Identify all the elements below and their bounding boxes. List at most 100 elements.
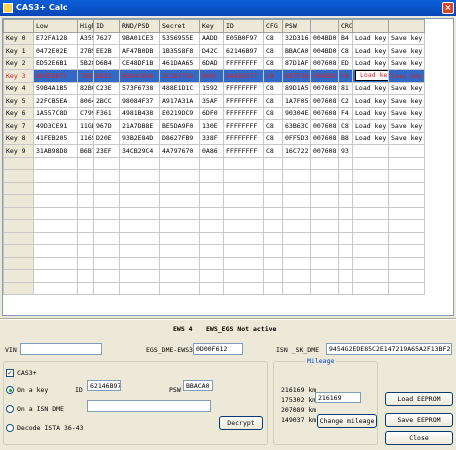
table-cell[interactable]: Save key <box>388 56 425 70</box>
table-cell <box>310 206 339 220</box>
window-close-button[interactable]: × <box>442 2 454 14</box>
mileage-input[interactable]: 216169 <box>315 392 361 403</box>
table-cell: 967D <box>93 119 120 133</box>
table-cell: 93 <box>338 144 353 158</box>
column-header <box>352 19 389 33</box>
table-row[interactable]: Key 522FCB5EA80642BCC98084F37A917A31A35A… <box>3 94 425 108</box>
table-cell <box>119 206 160 220</box>
table-cell[interactable]: Save key <box>388 31 425 45</box>
table-cell[interactable]: Save key <box>388 106 425 120</box>
table-cell[interactable]: Load key <box>352 44 389 58</box>
table-cell[interactable]: Load key <box>352 31 389 45</box>
table-cell: E0219DC9 <box>159 106 200 120</box>
table-cell <box>388 219 425 233</box>
table-row[interactable]: Key 61A557C8DC799F3614981B438E0219DC96DF… <box>3 106 425 120</box>
isn-dme-field[interactable] <box>87 400 211 412</box>
id-field[interactable]: 62146B97 <box>87 380 121 391</box>
table-row[interactable]: Key 10472E02E27B5EE2BAF47B0DB1B35S8F8D42… <box>3 44 425 58</box>
on-isn-dme-radio[interactable] <box>6 405 14 413</box>
table-cell: 22FCB5EA <box>33 94 78 108</box>
table-cell <box>263 244 283 258</box>
table-cell: C8 <box>338 44 353 58</box>
table-cell: 7627 <box>93 31 120 45</box>
table-cell <box>263 194 283 208</box>
mileage-value-2: 175302 km <box>281 396 317 404</box>
close-button[interactable]: Close <box>385 431 453 445</box>
table-cell: 488E1D1C <box>159 81 200 95</box>
decode-ista-radio[interactable] <box>6 424 14 432</box>
table-cell[interactable]: Load key <box>352 69 389 83</box>
psw-field[interactable]: BBACA0 <box>183 380 213 391</box>
table-cell <box>223 231 264 245</box>
table-cell: C2 <box>338 94 353 108</box>
table-cell[interactable]: Load key <box>352 94 389 108</box>
table-cell <box>77 281 94 295</box>
load-eeprom-button[interactable]: Load EEPROM <box>385 392 453 406</box>
table-cell: A355 <box>77 31 94 45</box>
table-cell <box>352 169 389 183</box>
table-cell <box>282 256 311 270</box>
table-cell <box>199 256 224 270</box>
vin-field[interactable] <box>20 343 102 355</box>
table-cell[interactable]: Load key <box>352 119 389 133</box>
table-cell <box>33 169 78 183</box>
table-cell <box>199 206 224 220</box>
table-row[interactable]: Key 749D3CE9111GD967D21A7DB8EBE5DA9F0130… <box>3 119 425 133</box>
load-key-button[interactable]: Load key <box>355 70 388 82</box>
table-cell: 63B63C <box>282 119 311 133</box>
change-mileage-button[interactable]: Change mileage <box>317 414 377 428</box>
table-cell <box>77 206 94 220</box>
table-cell[interactable]: Load key <box>352 131 389 145</box>
table-row[interactable]: Key 0E72FA128A35576279BA01CE35356955EAAD… <box>3 31 425 45</box>
row-header: Key 3 <box>3 69 34 83</box>
table-cell[interactable]: Load key <box>352 56 389 70</box>
empty-row <box>3 156 425 170</box>
table-cell: C8 <box>263 94 283 108</box>
table-cell <box>263 206 283 220</box>
table-cell[interactable]: Save key <box>388 69 425 83</box>
table-cell <box>338 219 353 233</box>
table-cell <box>199 156 224 170</box>
table-cell <box>3 169 34 183</box>
table-cell <box>282 244 311 258</box>
table-cell <box>263 156 283 170</box>
isn-field[interactable]: 9454G2EDE85C2E147219A65A2F13BF2E <box>326 343 452 355</box>
table-cell: 130E <box>199 119 224 133</box>
empty-row <box>3 244 425 258</box>
table-cell <box>77 194 94 208</box>
table-cell <box>93 181 120 195</box>
table-cell[interactable]: Save key <box>388 81 425 95</box>
column-header <box>3 19 34 33</box>
table-cell[interactable]: Save key <box>388 44 425 58</box>
table-cell <box>119 269 160 283</box>
ews-label: EWS 4 <box>173 325 193 333</box>
table-row[interactable]: Key 459B4A1B582B0C23E573F6738488E1D1C159… <box>3 81 425 95</box>
table-cell[interactable]: Load key <box>352 81 389 95</box>
cas3plus-checkbox[interactable]: ✓ <box>6 369 14 377</box>
table-cell: B6B7 <box>77 144 94 158</box>
egs-field[interactable]: 0D00F612 <box>193 343 243 355</box>
window-title: CAS3+ Calc <box>16 3 68 12</box>
table-cell <box>282 231 311 245</box>
on-a-key-radio[interactable] <box>6 386 14 394</box>
table-row[interactable]: Key 2ED52E6B15B28D6B4CE48DF1B461DAA656DA… <box>3 56 425 70</box>
table-cell[interactable]: Save key <box>388 94 425 108</box>
table-cell <box>93 206 120 220</box>
table-cell: F4 <box>338 106 353 120</box>
table-cell <box>352 144 389 158</box>
table-cell[interactable]: Save key <box>388 131 425 145</box>
table-cell: 62146B97 <box>223 44 264 58</box>
table-row[interactable]: Key 841FEB2051165D20E93B2E84DD8627FB9338… <box>3 131 425 145</box>
empty-row <box>3 169 425 183</box>
decrypt-button[interactable]: Decrypt <box>219 416 263 430</box>
table-cell: 0A86 <box>199 144 224 158</box>
table-row[interactable]: Key 3B89EDD7C7DE8DB316D04C89A3C2A77A9D09… <box>3 69 425 83</box>
table-cell <box>159 256 200 270</box>
table-cell[interactable]: Load key <box>352 106 389 120</box>
table-cell: 7DE8 <box>77 69 94 83</box>
table-cell <box>93 219 120 233</box>
table-row[interactable]: Key 931AB98D8B6B723EF34CB29C44A7976700A8… <box>3 144 425 158</box>
table-cell: C23E <box>93 81 120 95</box>
save-eeprom-button[interactable]: Save EEPROM <box>385 413 453 427</box>
table-cell[interactable]: Save key <box>388 119 425 133</box>
